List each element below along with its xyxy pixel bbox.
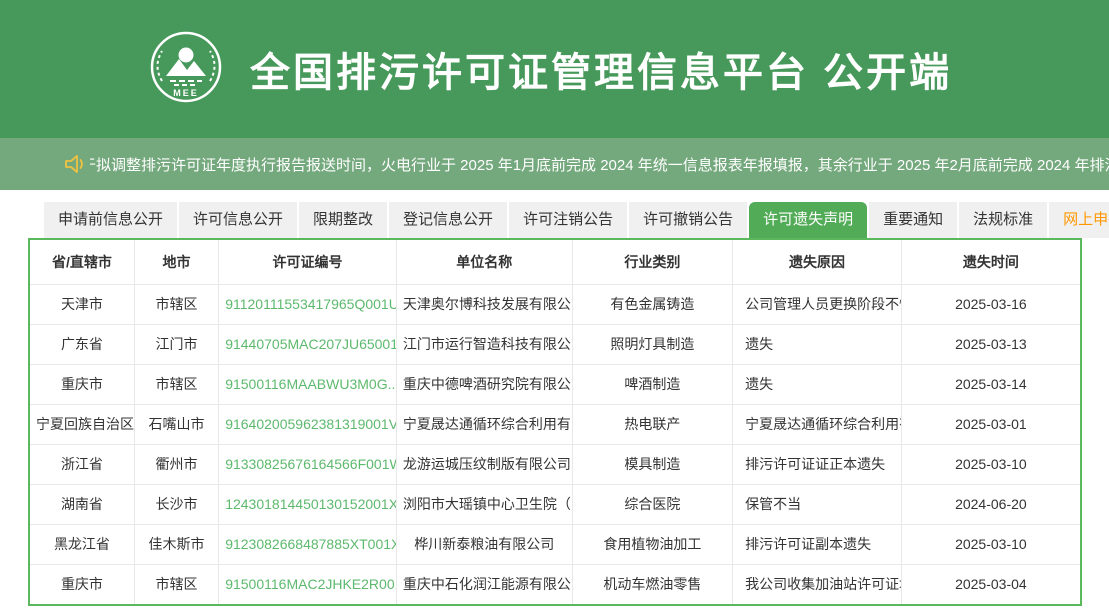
cell-industry: 啤酒制造 bbox=[572, 364, 733, 404]
cell-reason: 排污许可证证正本遗失 bbox=[733, 444, 902, 484]
cell-reason: 宁夏晟达通循环综合利用有... bbox=[733, 404, 902, 444]
cell-company: 浏阳市大瑶镇中心卫生院（... bbox=[396, 484, 572, 524]
cell-reason: 排污许可证副本遗失 bbox=[733, 524, 902, 564]
table-row: 重庆市市辖区91500116MAC2JHKE2R00...重庆中石化润江能源有限… bbox=[30, 564, 1080, 604]
cell-province: 宁夏回族自治区 bbox=[30, 404, 134, 444]
announcement-text: 于拟调整排污许可证年度执行报告报送时间，火电行业于 2025 年1月底前完成 2… bbox=[90, 154, 1109, 175]
cell-city: 长沙市 bbox=[134, 484, 218, 524]
tab-registration-info[interactable]: 登记信息公开 bbox=[389, 202, 507, 238]
page: MEE 全国排污许可证管理信息平台 公开端 于拟调整排污许可证年度执行报告报送时… bbox=[0, 0, 1109, 606]
column-header: 单位名称 bbox=[396, 240, 572, 284]
column-header: 许可证编号 bbox=[219, 240, 397, 284]
tab-online-reporting[interactable]: 网上申报 bbox=[1049, 202, 1109, 238]
lost-permit-table: 省/直辖市地市许可证编号单位名称行业类别遗失原因遗失时间 天津市市辖区91120… bbox=[30, 240, 1080, 604]
cell-province: 天津市 bbox=[30, 284, 134, 324]
table-row: 宁夏回族自治区石嘴山市916402005962381319001V宁夏晟达通循环… bbox=[30, 404, 1080, 444]
cell-province: 重庆市 bbox=[30, 364, 134, 404]
cell-reason: 公司管理人员更换阶段不慎... bbox=[733, 284, 902, 324]
table-row: 黑龙江省佳木斯市9123082668487885XT001X桦川新泰粮油有限公司… bbox=[30, 524, 1080, 564]
cell-date: 2025-03-10 bbox=[901, 524, 1080, 564]
cell-city: 江门市 bbox=[134, 324, 218, 364]
table-row: 广东省江门市91440705MAC207JU65001U江门市运行智造科技有限公… bbox=[30, 324, 1080, 364]
speaker-icon bbox=[64, 154, 86, 174]
cell-date: 2025-03-10 bbox=[901, 444, 1080, 484]
tab-important-notice[interactable]: 重要通知 bbox=[869, 202, 957, 238]
table-body: 天津市市辖区91120111553417965Q001U天津奥尔博科技发展有限公… bbox=[30, 284, 1080, 604]
cell-industry: 照明灯具制造 bbox=[572, 324, 733, 364]
column-header: 省/直辖市 bbox=[30, 240, 134, 284]
cell-industry: 机动车燃油零售 bbox=[572, 564, 733, 604]
table-row: 湖南省长沙市124301814450130152001X浏阳市大瑶镇中心卫生院（… bbox=[30, 484, 1080, 524]
cell-date: 2025-03-04 bbox=[901, 564, 1080, 604]
cell-industry: 热电联产 bbox=[572, 404, 733, 444]
table-row: 浙江省衢州市91330825676164566F001W龙游运城压纹制版有限公司… bbox=[30, 444, 1080, 484]
mee-logo-icon: MEE bbox=[148, 29, 224, 110]
cell-city: 衢州市 bbox=[134, 444, 218, 484]
cell-date: 2025-03-16 bbox=[901, 284, 1080, 324]
tab-regulations[interactable]: 法规标准 bbox=[959, 202, 1047, 238]
page-title: 全国排污许可证管理信息平台 公开端 bbox=[250, 40, 952, 98]
table-row: 重庆市市辖区91500116MAABWU3M0G...重庆中德啤酒研究院有限公司… bbox=[30, 364, 1080, 404]
announcement-bar: 于拟调整排污许可证年度执行报告报送时间，火电行业于 2025 年1月底前完成 2… bbox=[0, 138, 1109, 190]
column-header: 行业类别 bbox=[572, 240, 733, 284]
tab-revocation-notice[interactable]: 许可撤销公告 bbox=[629, 202, 747, 238]
column-header: 遗失时间 bbox=[901, 240, 1080, 284]
cell-company: 重庆中德啤酒研究院有限公司 bbox=[396, 364, 572, 404]
cell-industry: 食用植物油加工 bbox=[572, 524, 733, 564]
logo-text: MEE bbox=[173, 88, 199, 98]
cell-permit[interactable]: 9123082668487885XT001X bbox=[219, 524, 397, 564]
tab-list: 申请前信息公开许可信息公开限期整改登记信息公开许可注销公告许可撤销公告许可遗失声… bbox=[44, 202, 1109, 238]
cell-permit[interactable]: 916402005962381319001V bbox=[219, 404, 397, 444]
cell-industry: 模具制造 bbox=[572, 444, 733, 484]
cell-province: 重庆市 bbox=[30, 564, 134, 604]
tab-lost-declaration[interactable]: 许可遗失声明 bbox=[749, 202, 867, 238]
cell-reason: 遗失 bbox=[733, 324, 902, 364]
column-header: 地市 bbox=[134, 240, 218, 284]
cell-province: 浙江省 bbox=[30, 444, 134, 484]
cell-reason: 遗失 bbox=[733, 364, 902, 404]
cell-permit[interactable]: 91500116MAABWU3M0G... bbox=[219, 364, 397, 404]
cell-company: 重庆中石化润江能源有限公... bbox=[396, 564, 572, 604]
cell-industry: 综合医院 bbox=[572, 484, 733, 524]
cell-reason: 保管不当 bbox=[733, 484, 902, 524]
cell-city: 市辖区 bbox=[134, 284, 218, 324]
table-header-row: 省/直辖市地市许可证编号单位名称行业类别遗失原因遗失时间 bbox=[30, 240, 1080, 284]
cell-permit[interactable]: 91440705MAC207JU65001U bbox=[219, 324, 397, 364]
cell-date: 2025-03-13 bbox=[901, 324, 1080, 364]
cell-province: 湖南省 bbox=[30, 484, 134, 524]
cell-reason: 我公司收集加油站许可证填... bbox=[733, 564, 902, 604]
cell-city: 佳木斯市 bbox=[134, 524, 218, 564]
cell-company: 天津奥尔博科技发展有限公司 bbox=[396, 284, 572, 324]
cell-company: 桦川新泰粮油有限公司 bbox=[396, 524, 572, 564]
cell-city: 市辖区 bbox=[134, 364, 218, 404]
tab-permit-info[interactable]: 许可信息公开 bbox=[179, 202, 297, 238]
site-header: MEE 全国排污许可证管理信息平台 公开端 bbox=[0, 0, 1109, 138]
lost-permit-table-wrap: 省/直辖市地市许可证编号单位名称行业类别遗失原因遗失时间 天津市市辖区91120… bbox=[28, 238, 1082, 606]
cell-permit[interactable]: 124301814450130152001X bbox=[219, 484, 397, 524]
table-row: 天津市市辖区91120111553417965Q001U天津奥尔博科技发展有限公… bbox=[30, 284, 1080, 324]
cell-company: 龙游运城压纹制版有限公司 bbox=[396, 444, 572, 484]
cell-city: 石嘴山市 bbox=[134, 404, 218, 444]
cell-province: 黑龙江省 bbox=[30, 524, 134, 564]
cell-permit[interactable]: 91120111553417965Q001U bbox=[219, 284, 397, 324]
cell-permit[interactable]: 91500116MAC2JHKE2R00... bbox=[219, 564, 397, 604]
cell-province: 广东省 bbox=[30, 324, 134, 364]
cell-date: 2024-06-20 bbox=[901, 484, 1080, 524]
cell-permit[interactable]: 91330825676164566F001W bbox=[219, 444, 397, 484]
cell-company: 宁夏晟达通循环综合利用有... bbox=[396, 404, 572, 444]
column-header: 遗失原因 bbox=[733, 240, 902, 284]
tab-pre-application-info[interactable]: 申请前信息公开 bbox=[44, 202, 177, 238]
cell-city: 市辖区 bbox=[134, 564, 218, 604]
cell-date: 2025-03-14 bbox=[901, 364, 1080, 404]
cell-company: 江门市运行智造科技有限公司 bbox=[396, 324, 572, 364]
tab-bar: 申请前信息公开许可信息公开限期整改登记信息公开许可注销公告许可撤销公告许可遗失声… bbox=[0, 202, 1109, 238]
tab-rectification[interactable]: 限期整改 bbox=[299, 202, 387, 238]
tab-cancellation-notice[interactable]: 许可注销公告 bbox=[509, 202, 627, 238]
cell-industry: 有色金属铸造 bbox=[572, 284, 733, 324]
cell-date: 2025-03-01 bbox=[901, 404, 1080, 444]
